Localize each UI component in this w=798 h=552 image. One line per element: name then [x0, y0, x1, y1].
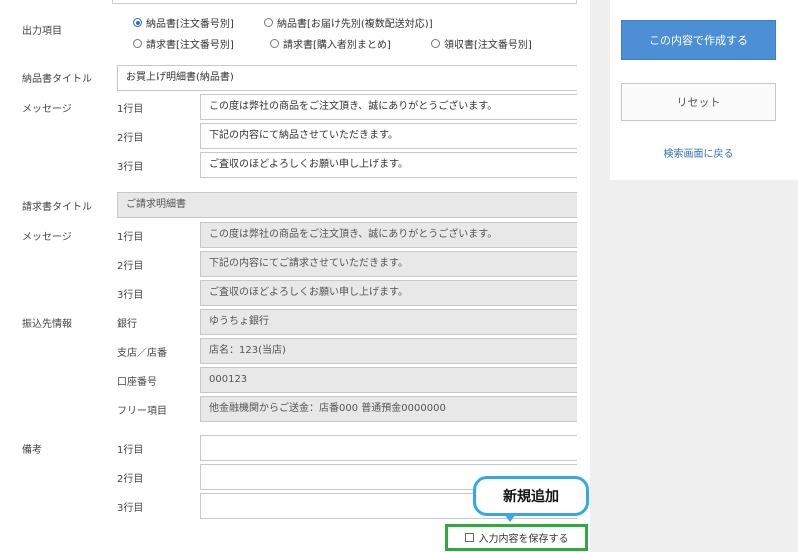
remarks-label: 備考 [22, 445, 42, 456]
invoice-line1-label: 1行目 [117, 232, 144, 243]
radio-icon [264, 18, 273, 27]
new-feature-callout: 新規追加 [473, 476, 589, 516]
invoice-line2-input[interactable]: 下記の内容にてご請求させていただきます。 [200, 251, 577, 277]
free-item-label: フリー項目 [117, 406, 167, 417]
remarks-line3-label: 3行目 [117, 503, 144, 514]
bank-input[interactable]: ゆうちょ銀行 [200, 309, 577, 335]
radio-icon [133, 39, 142, 48]
invoice-line3-input[interactable]: ご査収のほどよろしくお願い申し上げます。 [200, 280, 577, 306]
invoice-line3-label: 3行目 [117, 290, 144, 301]
remarks-line2-label: 2行目 [117, 474, 144, 485]
radio-invoice-by-purchaser[interactable]: 請求書[購入者別まとめ] [270, 36, 391, 51]
account-number-label: 口座番号 [117, 377, 157, 388]
reset-button[interactable]: リセット [621, 83, 776, 121]
invoice-line1-input[interactable]: この度は弊社の商品をご注文頂き、誠にありがとうございます。 [200, 222, 577, 248]
save-input-checkbox[interactable]: 入力内容を保存する [445, 524, 588, 551]
invoice-title-input[interactable]: ご請求明細書 [117, 192, 577, 218]
radio-delivery-by-destination[interactable]: 納品書[お届け先別(複数配送対応)] [264, 15, 433, 30]
delivery-line1-input[interactable]: この度は弊社の商品をご注文頂き、誠にありがとうございます。 [200, 94, 577, 120]
radio-icon [270, 39, 279, 48]
radio-invoice-by-order[interactable]: 請求書[注文番号別] [133, 36, 234, 51]
remarks-line1-input[interactable] [200, 435, 577, 461]
back-to-search-link[interactable]: 検索画面に戻る [621, 145, 776, 160]
delivery-line2-input[interactable]: 下記の内容にて納品させていただきます。 [200, 123, 577, 149]
invoice-title-label: 請求書タイトル [22, 202, 92, 213]
form-panel: 出力項目 納品書[注文番号別] 納品書[お届け先別(複数配送対応)] 請求書[注… [0, 0, 590, 552]
account-number-input[interactable]: 000123 [200, 367, 577, 393]
delivery-message-label: メッセージ [22, 104, 72, 115]
bank-label: 銀行 [117, 319, 137, 330]
remarks-line1-label: 1行目 [117, 445, 144, 456]
checkbox-icon [464, 533, 474, 542]
radio-receipt-by-order[interactable]: 領収書[注文番号別] [431, 36, 532, 51]
radio-selected-icon [133, 18, 142, 27]
branch-input[interactable]: 店名：123(当店) [200, 338, 577, 364]
save-input-label: 入力内容を保存する [478, 534, 569, 545]
delivery-line3-input[interactable]: ご査収のほどよろしくお願い申し上げます。 [200, 152, 577, 178]
delivery-line3-label: 3行目 [117, 162, 144, 173]
delivery-line2-label: 2行目 [117, 133, 144, 144]
delivery-title-input[interactable]: お買上げ明細書(納品書) [117, 65, 577, 91]
free-item-input[interactable]: 他金融機関からご送金：店番000 普通預金0000000 [200, 396, 577, 422]
output-items-label: 出力項目 [22, 26, 62, 37]
previous-field-edge [112, 0, 577, 4]
create-button[interactable]: この内容で作成する [621, 20, 776, 60]
branch-label: 支店／店番 [117, 348, 167, 359]
radio-delivery-by-order[interactable]: 納品書[注文番号別] [133, 15, 234, 30]
delivery-title-label: 納品書タイトル [22, 74, 92, 85]
invoice-message-label: メッセージ [22, 232, 72, 243]
invoice-line2-label: 2行目 [117, 261, 144, 272]
delivery-line1-label: 1行目 [117, 104, 144, 115]
callout-tail [504, 514, 516, 522]
transfer-info-label: 振込先情報 [22, 319, 72, 330]
radio-icon [431, 39, 440, 48]
